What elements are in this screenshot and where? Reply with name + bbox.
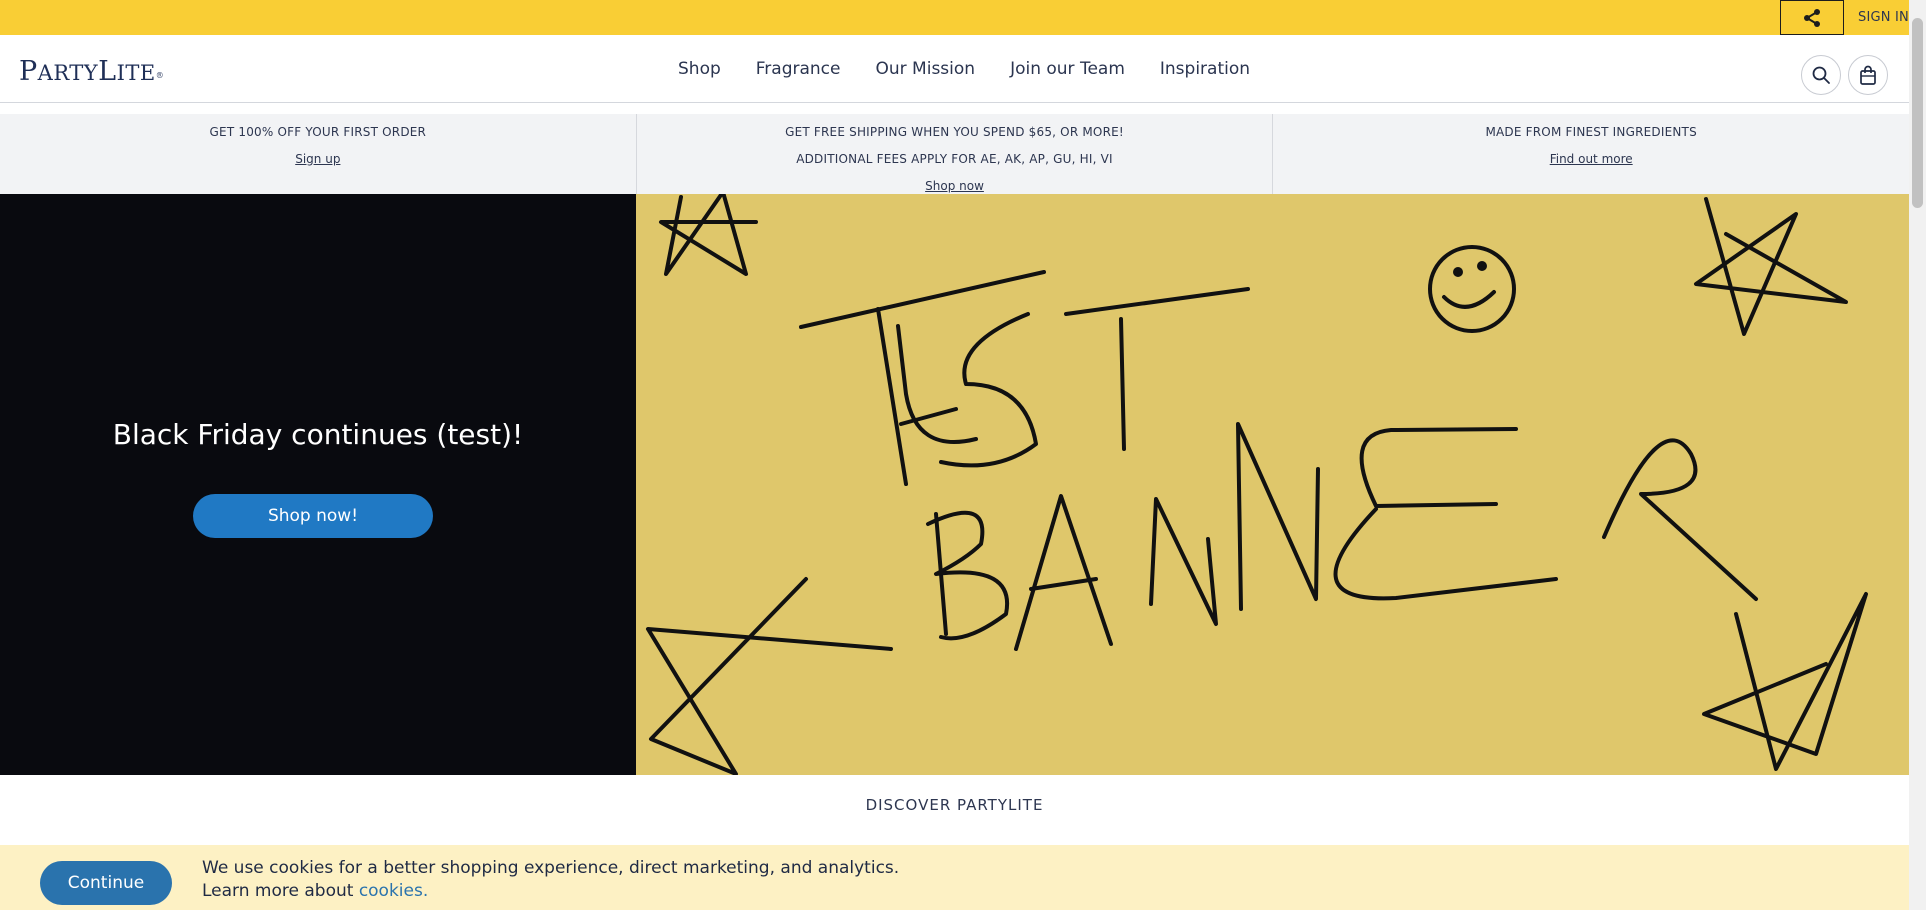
cart-button[interactable] <box>1848 55 1888 95</box>
logo-letters: ITE <box>116 61 156 85</box>
nav-item-shop[interactable]: Shop <box>678 59 721 79</box>
promo-text: GET 100% OFF YOUR FIRST ORDER <box>209 125 427 139</box>
promo-first-order: GET 100% OFF YOUR FIRST ORDER Sign up <box>0 114 636 194</box>
shopping-bag-icon <box>1860 65 1876 85</box>
cookie-continue-button[interactable]: Continue <box>40 861 172 905</box>
star-doodle <box>646 577 893 775</box>
share-button[interactable] <box>1780 0 1844 35</box>
promo-ingredients: MADE FROM FINEST INGREDIENTS Find out mo… <box>1273 114 1909 194</box>
scrollbar-thumb[interactable] <box>1912 18 1923 208</box>
top-utility-bar: SIGN IN <box>0 0 1909 35</box>
cookie-message-line: Learn more about cookies. <box>202 880 899 903</box>
logo-letter: L <box>98 56 117 87</box>
promo-sign-up-link[interactable]: Sign up <box>295 146 340 173</box>
promo-text: MADE FROM FINEST INGREDIENTS <box>1485 125 1697 139</box>
nav-item-our-mission[interactable]: Our Mission <box>876 59 976 79</box>
star-doodle <box>1694 197 1848 336</box>
promo-text: ADDITIONAL FEES APPLY FOR AE, AK, AP, GU… <box>796 152 1113 166</box>
logo-letter: P <box>19 56 38 87</box>
logo-registered-mark: ® <box>155 71 165 80</box>
star-doodle <box>659 194 758 276</box>
partylite-logo[interactable]: PARTYLITE® <box>19 57 164 88</box>
logo-letters: ARTY <box>37 61 99 85</box>
banner-letter <box>799 270 1046 329</box>
cookie-message: We use cookies for a better shopping exp… <box>202 857 899 903</box>
cookies-link[interactable]: cookies. <box>359 881 428 901</box>
cookie-message-prefix: Learn more about <box>202 881 359 901</box>
site-header: PARTYLITE® Shop Fragrance Our Mission Jo… <box>0 35 1909 103</box>
cookie-message-line: We use cookies for a better shopping exp… <box>202 858 900 878</box>
hero-title: Black Friday continues (test)! <box>112 418 524 451</box>
promo-find-out-more-link[interactable]: Find out more <box>1550 146 1633 173</box>
star-doodle <box>1702 592 1868 771</box>
nav-item-join-our-team[interactable]: Join our Team <box>1010 59 1125 79</box>
cookie-banner: Continue We use cookies for a better sho… <box>0 845 1909 910</box>
test-banner-drawing <box>646 194 1868 775</box>
promo-text: GET FREE SHIPPING WHEN YOU SPEND $65, OR… <box>785 125 1124 139</box>
search-button[interactable] <box>1801 55 1841 95</box>
sign-in-link[interactable]: SIGN IN <box>1858 0 1909 35</box>
hero-shop-now-button[interactable]: Shop now! <box>193 494 433 538</box>
discover-title: DISCOVER PARTYLITE <box>865 796 1044 814</box>
promo-free-shipping: GET FREE SHIPPING WHEN YOU SPEND $65, OR… <box>635 114 1274 194</box>
share-icon <box>1804 8 1820 27</box>
smiley-doodle <box>1428 245 1516 333</box>
nav-item-inspiration[interactable]: Inspiration <box>1160 59 1250 79</box>
page-scrollbar[interactable] <box>1909 0 1926 910</box>
hero-banner-image[interactable] <box>636 194 1909 775</box>
hero-panel: Black Friday continues (test)! Shop now! <box>0 194 636 775</box>
nav-item-fragrance[interactable]: Fragrance <box>756 59 841 79</box>
promo-strip: GET 100% OFF YOUR FIRST ORDER Sign up GE… <box>0 114 1909 194</box>
main-nav: Shop Fragrance Our Mission Join our Team… <box>678 35 1285 103</box>
search-icon <box>1812 66 1830 84</box>
